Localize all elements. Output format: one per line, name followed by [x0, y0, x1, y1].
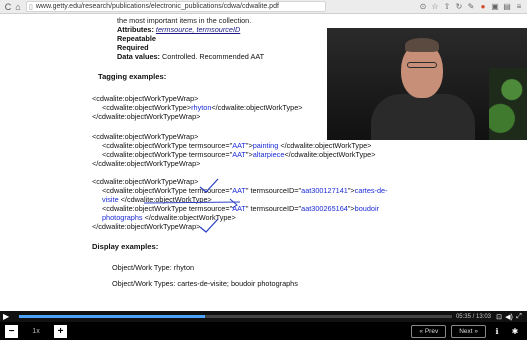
settings-gear-icon[interactable]: ✱: [508, 327, 522, 336]
checkmark-annotation: [199, 218, 219, 233]
arrow-annotation: [229, 198, 238, 209]
code-tag: ">: [347, 186, 355, 195]
time-readout: 05:35 / 13:03: [455, 313, 491, 320]
attributes-label: Attributes:: [117, 25, 154, 34]
extension-icon[interactable]: ●: [478, 2, 488, 12]
code-line: <cdwalite:objectWorkTypeWrap>: [92, 94, 199, 103]
location-icon[interactable]: ⊙: [418, 2, 428, 12]
data-values-line: Data values: Controlled. Recommended AAT: [117, 52, 264, 61]
code-value: painting: [252, 141, 279, 150]
url-text: www.getty.edu/research/publications/elec…: [35, 3, 279, 10]
progress-fill: [19, 315, 206, 318]
captions-icon[interactable]: ⊡: [494, 313, 504, 321]
address-bar[interactable]: ▯ www.getty.edu/research/publications/el…: [26, 1, 326, 12]
attributes-values: termsource, termsourceID: [155, 25, 241, 34]
code-tag: ">: [347, 204, 355, 213]
underline-annotation: [143, 201, 241, 204]
star-icon[interactable]: ☆: [430, 2, 440, 12]
background-plants: [489, 68, 527, 140]
prev-button[interactable]: « Prev: [411, 324, 447, 338]
speed-increase-button[interactable]: +: [54, 324, 67, 338]
code-line: <cdwalite:objectWorkType termsource="AAT…: [92, 150, 376, 159]
tagging-heading: Tagging examples:: [98, 72, 167, 81]
code-line: <cdwalite:objectWorkType>rhyton</cdwalit…: [92, 103, 303, 112]
seek-bar[interactable]: [19, 315, 452, 318]
code-value: AAT: [232, 141, 246, 150]
pen-annotations: [143, 178, 241, 233]
code-tag: </cdwalite:objectWorkType>: [284, 150, 376, 159]
play-icon[interactable]: ▶: [3, 312, 15, 321]
speed-decrease-button[interactable]: −: [5, 324, 18, 338]
fullscreen-icon[interactable]: ⤢: [514, 313, 524, 321]
video-progress-row: ▶ 05:35 / 13:03 ⊡ ◀) ⤢: [0, 311, 527, 322]
code-value: altarpiece: [252, 150, 285, 159]
translate-icon[interactable]: ▤: [502, 2, 512, 12]
code-tag: ">: [245, 141, 253, 150]
extension-icons: ⊙ ☆ ⇧ ↻ ✎ ● ▣ ▤ ≡: [418, 2, 524, 12]
lead-text: the most important items in the collecti…: [117, 16, 252, 25]
code-value: AAT: [232, 150, 246, 159]
code-tag: </cdwalite:objectWorkType>: [278, 141, 372, 150]
display-example: Object/Work Types: cartes-de-visite; bou…: [112, 279, 298, 288]
required-label: Required: [117, 43, 149, 52]
code-value: boudoir: [354, 204, 380, 213]
code-tag: <cdwalite:objectWorkType termsource=": [102, 141, 233, 150]
data-values-text: Controlled. Recommended AAT: [162, 52, 265, 61]
data-values-label: Data values:: [117, 52, 160, 61]
display-heading: Display examples:: [92, 242, 159, 251]
presenter-glasses: [407, 62, 437, 68]
presenter-hair: [405, 38, 439, 52]
presenter-body: [371, 94, 475, 140]
info-icon[interactable]: ℹ: [490, 327, 504, 336]
menu-icon[interactable]: ≡: [514, 2, 524, 12]
next-button[interactable]: Next »: [451, 324, 486, 338]
camera-icon[interactable]: ▣: [490, 2, 500, 12]
checkmark-annotation: [199, 178, 219, 193]
code-line: <cdwalite:objectWorkType termsource="AAT…: [92, 141, 371, 150]
code-tag: <cdwalite:objectWorkType>: [102, 103, 192, 112]
repeatable-label: Repeatable: [117, 34, 156, 43]
share-icon[interactable]: ⇧: [442, 2, 452, 12]
code-line: </cdwalite:objectWorkTypeWrap>: [92, 112, 201, 121]
volume-icon[interactable]: ◀): [504, 313, 514, 321]
pin-icon[interactable]: ✎: [466, 2, 476, 12]
player-controls: − 1x + « Prev Next » ℹ ✱: [0, 322, 527, 340]
code-tag: </cdwalite:objectWorkType>: [211, 103, 303, 112]
code-value: cartes-de-: [354, 186, 388, 195]
presenter-video[interactable]: [327, 28, 527, 140]
browser-toolbar: C ⌂ ▯ www.getty.edu/research/publication…: [0, 0, 527, 14]
sync-icon[interactable]: ↻: [454, 2, 464, 12]
page-icon: ▯: [29, 3, 33, 11]
back-icon[interactable]: C: [3, 0, 13, 14]
code-tag: ">: [245, 150, 253, 159]
code-line: <cdwalite:objectWorkTypeWrap>: [92, 132, 199, 141]
code-tag: <cdwalite:objectWorkType termsource=": [102, 150, 233, 159]
home-icon[interactable]: ⌂: [13, 0, 23, 14]
display-example: Object/Work Type: rhyton: [112, 263, 195, 272]
attributes-line: Attributes: termsource, termsourceID: [117, 25, 240, 34]
code-value: rhyton: [191, 103, 212, 112]
speed-value: 1x: [32, 327, 40, 335]
